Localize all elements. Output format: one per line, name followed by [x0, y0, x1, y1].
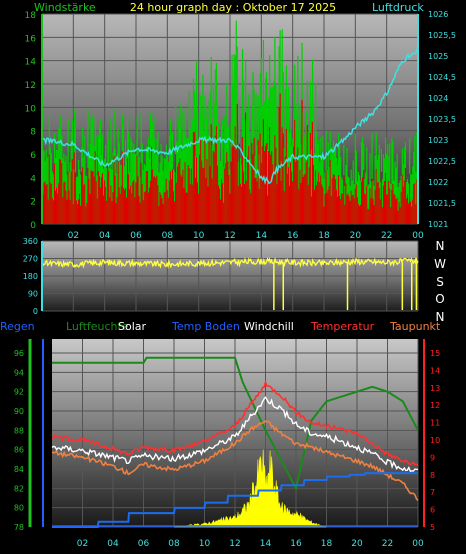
- climate-x-tick-label: 12: [229, 539, 240, 549]
- temp-tick-label: 14: [430, 366, 440, 375]
- temp-tick-label: 9: [430, 453, 435, 462]
- pressure-tick-label: 1021: [428, 220, 448, 229]
- humidity-tick-label: 94: [14, 368, 24, 377]
- wind-x-tick-label: 00: [412, 231, 424, 241]
- climate-x-tick-label: 22: [382, 539, 393, 549]
- legend-taupunkt: Taupunkt: [389, 320, 441, 333]
- humidity-tick-label: 84: [14, 465, 24, 474]
- wind-tick-label: 2: [30, 198, 36, 208]
- wind-tick-label: 6: [30, 151, 36, 161]
- pressure-tick-label: 1026: [428, 10, 448, 19]
- wind-x-tick-label: 12: [224, 231, 235, 241]
- humidity-tick-label: 80: [14, 504, 24, 513]
- wind-x-tick-label: 18: [318, 231, 330, 241]
- weather-charts: Windstärke 24 hour graph day : Oktober 1…: [0, 1, 456, 549]
- pressure-tick-label: 1024,5: [428, 73, 456, 82]
- wind-x-tick-label: 10: [193, 231, 205, 241]
- wind-x-tick-label: 02: [68, 231, 79, 241]
- wind-tick-label: 8: [30, 128, 36, 138]
- chart-title: 24 hour graph day : Oktober 17 2025: [130, 1, 336, 14]
- wind-axis-title: Windstärke: [34, 1, 96, 14]
- temp-tick-label: 7: [430, 488, 435, 497]
- wind-tick-label: 12: [25, 81, 36, 91]
- wind-tick-label: 4: [30, 174, 36, 184]
- temp-tick-label: 6: [430, 506, 435, 515]
- wind-x-tick-label: 16: [287, 231, 299, 241]
- direction-labels: N W S O N: [434, 239, 446, 324]
- legend-temp-boden: Temp Boden: [171, 320, 240, 333]
- pressure-tick-label: 1025: [428, 52, 448, 61]
- wind-tick-label: 14: [25, 58, 37, 68]
- dir-label-w: W: [434, 257, 446, 271]
- wind-tick-label: 10: [25, 104, 37, 114]
- climate-x-tick-label: 02: [77, 539, 88, 549]
- climate-x-tick-label: 04: [107, 539, 119, 549]
- pressure-tick-label: 1023,5: [428, 115, 456, 124]
- pressure-tick-label: 1022,5: [428, 157, 456, 166]
- direction-tick-label: 270: [23, 255, 38, 264]
- climate-x-tick-label: 08: [168, 539, 180, 549]
- climate-x-tick-label: 10: [199, 539, 211, 549]
- wind-x-tick-label: 08: [162, 231, 174, 241]
- dir-label-o: O: [435, 292, 444, 306]
- direction-tick-label: 180: [23, 272, 38, 281]
- wind-x-tick-label: 22: [381, 231, 392, 241]
- legend-solar: Solar: [118, 320, 147, 333]
- temp-tick-label: 10: [430, 436, 440, 445]
- pressure-tick-label: 1023: [428, 136, 448, 145]
- climate-x-tick-label: 20: [351, 539, 363, 549]
- temp-tick-label: 13: [430, 384, 440, 393]
- temp-tick-label: 5: [430, 523, 435, 532]
- pressure-axis-title: Luftdruck: [372, 1, 424, 14]
- climate-x-tick-label: 00: [412, 539, 424, 549]
- legend-regen: Regen: [0, 320, 35, 333]
- temp-tick-label: 11: [430, 419, 440, 428]
- humidity-tick-label: 90: [14, 407, 24, 416]
- humidity-tick-label: 88: [14, 426, 24, 435]
- pressure-tick-label: 1021,5: [428, 199, 456, 208]
- humidity-tick-label: 82: [14, 484, 24, 493]
- humidity-tick-label: 92: [14, 388, 24, 397]
- humidity-tick-label: 78: [14, 523, 24, 532]
- wind-x-tick-label: 20: [350, 231, 362, 241]
- temp-tick-label: 15: [430, 349, 440, 358]
- pressure-tick-label: 1025,5: [428, 31, 456, 40]
- direction-tick-label: 90: [28, 290, 38, 299]
- bottom-legend: Regen Luftfeuchte Solar Temp Boden Windc…: [0, 320, 441, 333]
- direction-tick-label: 0: [33, 307, 38, 316]
- direction-axes: 0 90 180 270 360: [23, 237, 43, 316]
- legend-windchill: Windchill: [244, 320, 294, 333]
- legend-temperatur: Temperatur: [310, 320, 375, 333]
- climate-x-tick-label: 18: [321, 539, 333, 549]
- temp-tick-label: 12: [430, 401, 440, 410]
- humidity-tick-label: 96: [14, 349, 24, 358]
- pressure-tick-label: 1022: [428, 178, 448, 187]
- direction-tick-label: 360: [23, 237, 38, 246]
- climate-x-tick-label: 14: [260, 539, 272, 549]
- wind-tick-label: 16: [25, 34, 37, 44]
- humidity-tick-label: 86: [14, 446, 24, 455]
- wind-x-tick-label: 06: [130, 231, 142, 241]
- weather-graph-page: Windstärke 24 hour graph day : Oktober 1…: [0, 0, 466, 554]
- temp-tick-label: 8: [430, 471, 435, 480]
- pressure-tick-label: 1024: [428, 94, 448, 103]
- wind-x-tick-label: 14: [256, 231, 268, 241]
- wind-x-tick-label: 04: [99, 231, 111, 241]
- wind-tick-label: 18: [25, 11, 37, 21]
- dir-label-s: S: [436, 275, 444, 289]
- climate-x-tick-label: 16: [290, 539, 302, 549]
- climate-x-tick-label: 06: [138, 539, 150, 549]
- dir-label-n-top: N: [436, 239, 445, 253]
- wind-tick-label: 0: [30, 221, 36, 231]
